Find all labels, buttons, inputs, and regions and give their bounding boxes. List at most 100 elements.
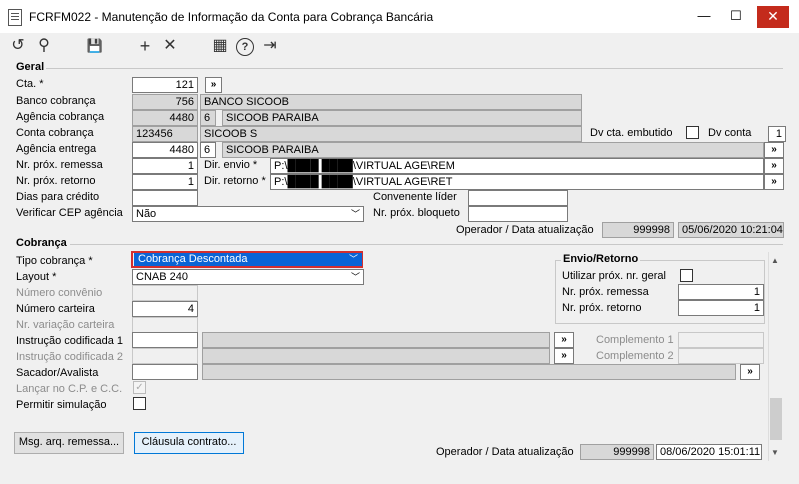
help-icon[interactable]: ?	[236, 38, 254, 56]
cta-input[interactable]: 121	[132, 77, 198, 93]
clausula-button[interactable]: Cláusula contrato...	[134, 432, 244, 454]
carteira-input[interactable]: 4	[132, 301, 198, 317]
tipo-select-value: Cobrança Descontada	[138, 253, 248, 265]
banco-code: 756	[132, 94, 198, 110]
lancar-label: Lançar no C.P. e C.C.	[16, 383, 123, 395]
dv-embutido-checkbox[interactable]	[686, 126, 699, 139]
tipo-select[interactable]: Cobrança Descontada ﹀	[134, 253, 362, 266]
convenio-input	[132, 285, 198, 301]
cobranca-operador-value: 999998	[580, 444, 654, 460]
utilizar-label: Utilizar próx. nr. geral	[562, 270, 666, 282]
cep-select[interactable]: Não ﹀	[132, 206, 364, 222]
save-icon[interactable]: 💾	[85, 36, 105, 56]
ag-entrega-code[interactable]: 4480	[132, 142, 198, 158]
cep-label: Verificar CEP agência	[16, 207, 123, 219]
dir-retorno-input[interactable]: P:\████ ████\VIRTUAL AGE\RET	[270, 174, 764, 190]
tipo-label: Tipo cobrança *	[16, 255, 93, 267]
exit-icon[interactable]: ⇥	[260, 36, 280, 56]
scroll-down-icon[interactable]: ▼	[771, 448, 779, 457]
toolbar	[0, 33, 799, 61]
section-geral-title: Geral	[16, 61, 45, 73]
envio-remessa-input[interactable]: 1	[678, 284, 764, 300]
dias-input[interactable]	[132, 190, 198, 206]
dir-retorno-button[interactable]: »	[764, 174, 784, 190]
ag-entrega-lookup-button[interactable]: »	[764, 142, 784, 158]
close-button[interactable]: ✕	[757, 6, 789, 28]
instr2-lookup-button[interactable]: »	[554, 348, 574, 364]
envio-retorno-input[interactable]: 1	[678, 300, 764, 316]
agencia-dv: 6	[200, 110, 216, 126]
instr1-desc	[202, 332, 550, 348]
sacador-lookup-button[interactable]: »	[740, 364, 760, 380]
layout-label: Layout *	[16, 271, 57, 283]
bloqueto-input[interactable]	[468, 206, 568, 222]
instr1-label: Instrução codificada 1	[16, 335, 124, 347]
chevron-down-icon: ﹀	[350, 209, 360, 219]
banco-label: Banco cobrança	[16, 95, 96, 107]
conta-code: 123456	[132, 126, 198, 142]
chevron-down-icon: ﹀	[350, 272, 360, 282]
cta-label: Cta. *	[16, 78, 44, 90]
cta-lookup-button[interactable]: »	[205, 77, 222, 93]
agencia-code: 4480	[132, 110, 198, 126]
bloqueto-label: Nr. próx. bloqueto	[373, 207, 460, 219]
simulacao-label: Permitir simulação	[16, 399, 107, 411]
sacador-desc	[202, 364, 736, 380]
divider	[46, 68, 783, 69]
dir-envio-button[interactable]: »	[764, 158, 784, 174]
divider	[70, 244, 783, 245]
geral-data-value: 05/06/2020 10:21:04	[678, 222, 784, 238]
variacao-label: Nr. variação carteira	[16, 319, 115, 331]
add-icon[interactable]: +	[135, 36, 155, 56]
scrollbar-thumb[interactable]	[770, 398, 782, 440]
search-icon[interactable]: ⚲	[34, 36, 54, 56]
envio-retorno-title: Envio/Retorno	[561, 253, 641, 265]
envio-remessa-label: Nr. próx. remessa	[562, 286, 649, 298]
remessa-input[interactable]: 1	[132, 158, 198, 174]
geral-operador-value: 999998	[602, 222, 674, 238]
section-cobranca-title: Cobrança	[16, 237, 67, 249]
compl2-input	[678, 348, 764, 364]
status-bar	[0, 476, 799, 484]
lancar-checkbox: ✓	[133, 381, 146, 394]
retorno-input[interactable]: 1	[132, 174, 198, 190]
agencia-name: SICOOB PARAIBA	[222, 110, 582, 126]
instr2-desc	[202, 348, 550, 364]
compl1-input	[678, 332, 764, 348]
sacador-input[interactable]	[132, 364, 198, 380]
cep-select-value: Não	[136, 208, 157, 220]
conta-label: Conta cobrança	[16, 127, 94, 139]
compl2-label: Complemento 2	[596, 350, 674, 362]
envio-retorno-label: Nr. próx. retorno	[562, 302, 642, 314]
instr1-lookup-button[interactable]: »	[554, 332, 574, 348]
dv-conta-input[interactable]: 1	[768, 126, 786, 142]
msg-remessa-button[interactable]: Msg. arq. remessa...	[14, 432, 124, 454]
ag-entrega-label: Agência entrega	[16, 143, 97, 155]
layout-select[interactable]: CNAB 240 ﹀	[132, 269, 364, 285]
calendar-icon[interactable]: ▦	[210, 36, 230, 56]
dir-envio-label: Dir. envio *	[204, 159, 258, 171]
simulacao-checkbox[interactable]	[133, 397, 146, 410]
utilizar-checkbox[interactable]	[680, 269, 693, 282]
minimize-button[interactable]: —	[693, 8, 715, 26]
layout-select-value: CNAB 240	[136, 271, 188, 283]
ag-entrega-name: SICOOB PARAIBA	[222, 142, 764, 158]
banco-name: BANCO SICOOB	[200, 94, 582, 110]
instr1-input[interactable]	[132, 332, 198, 348]
convenente-input[interactable]	[468, 190, 568, 206]
scroll-up-icon[interactable]: ▲	[771, 256, 779, 265]
ag-entrega-dv[interactable]: 6	[200, 142, 216, 158]
window-title: FCRFM022 - Manutenção de Informação da C…	[29, 10, 434, 24]
dir-envio-input[interactable]: P:\████ ████\VIRTUAL AGE\REM	[270, 158, 764, 174]
agencia-label: Agência cobrança	[16, 111, 105, 123]
cobranca-operador-label: Operador / Data atualização	[436, 446, 574, 458]
convenio-label: Número convênio	[16, 287, 103, 299]
geral-operador-label: Operador / Data atualização	[456, 224, 594, 236]
carteira-label: Número carteira	[16, 303, 95, 315]
maximize-button[interactable]: ☐	[725, 8, 747, 26]
dias-label: Dias para crédito	[16, 191, 100, 203]
delete-icon[interactable]: ✕	[160, 36, 180, 56]
dv-conta-label: Dv conta	[708, 127, 752, 139]
instr2-label: Instrução codificada 2	[16, 351, 124, 363]
refresh-icon[interactable]: ↺	[8, 36, 28, 56]
